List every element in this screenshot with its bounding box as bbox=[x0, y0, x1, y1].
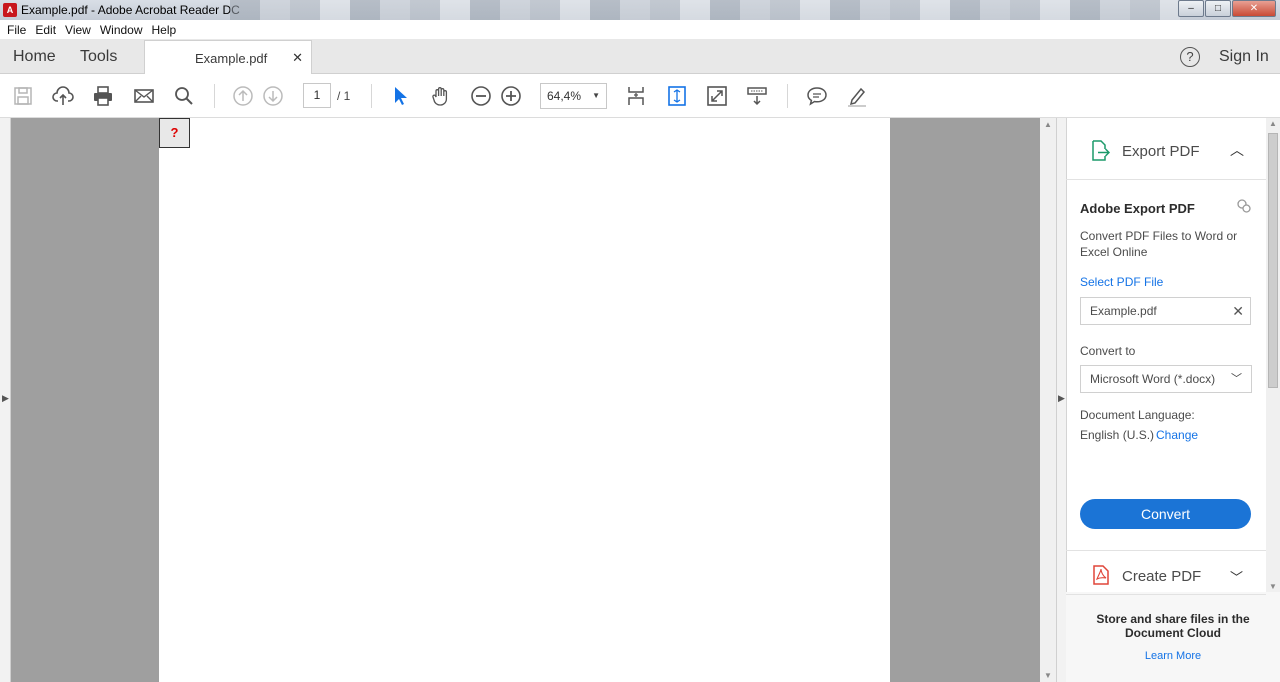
select-pdf-file-link[interactable]: Select PDF File bbox=[1080, 275, 1163, 289]
export-pdf-title: Export PDF bbox=[1122, 143, 1200, 160]
close-window-button[interactable]: ✕ bbox=[1232, 0, 1276, 17]
convert-button[interactable]: Convert bbox=[1080, 499, 1251, 529]
clear-file-icon[interactable]: ✕ bbox=[1232, 298, 1244, 324]
menu-file[interactable]: File bbox=[7, 23, 26, 37]
menu-window[interactable]: Window bbox=[100, 23, 143, 37]
scrollbar-thumb[interactable] bbox=[1268, 133, 1278, 388]
fit-page-icon[interactable] bbox=[666, 85, 688, 107]
chevron-down-icon: ﹀ bbox=[1231, 373, 1242, 385]
next-page-icon[interactable] bbox=[262, 85, 284, 107]
toolbar-divider bbox=[214, 84, 215, 108]
change-language-link[interactable]: Change bbox=[1156, 428, 1198, 442]
export-pdf-header[interactable]: Export PDF ︿ bbox=[1066, 118, 1266, 180]
document-language-label: Document Language: bbox=[1080, 408, 1195, 422]
expand-left-panel-icon[interactable]: ▶ bbox=[2, 393, 9, 404]
page-number-input[interactable]: 1 bbox=[303, 83, 331, 108]
page-display-icon[interactable] bbox=[625, 85, 647, 107]
collapse-right-pane-icon[interactable]: ▶ bbox=[1058, 393, 1065, 404]
help-icon[interactable]: ? bbox=[1180, 47, 1200, 67]
create-pdf-icon bbox=[1093, 565, 1109, 585]
left-panel-toggle[interactable]: ▶ bbox=[0, 118, 11, 682]
document-cloud-text: Store and share files in the Document Cl… bbox=[1096, 612, 1250, 640]
adobe-export-pdf-title: Adobe Export PDF bbox=[1080, 201, 1195, 216]
select-pointer-icon[interactable] bbox=[390, 85, 412, 107]
maximize-button[interactable]: □ bbox=[1205, 0, 1231, 17]
create-pdf-title: Create PDF bbox=[1122, 568, 1202, 585]
close-tab-icon[interactable]: ✕ bbox=[292, 50, 303, 66]
page-total: / 1 bbox=[337, 89, 351, 103]
minimize-button[interactable]: – bbox=[1178, 0, 1204, 17]
chevron-down-icon: ▼ bbox=[592, 91, 600, 100]
document-tab-label: Example.pdf bbox=[195, 51, 268, 66]
toolbar-divider bbox=[371, 84, 372, 108]
search-icon[interactable] bbox=[173, 85, 195, 107]
create-pdf-header[interactable]: Create PDF ﹀ bbox=[1066, 550, 1266, 595]
toolbar-divider bbox=[787, 84, 788, 108]
export-pdf-icon bbox=[1092, 140, 1110, 161]
pdf-page[interactable] bbox=[159, 118, 890, 682]
sign-in-button[interactable]: Sign In bbox=[1219, 48, 1269, 66]
menu-edit[interactable]: Edit bbox=[35, 23, 56, 37]
chevron-down-icon[interactable]: ﹀ bbox=[1230, 567, 1243, 586]
scroll-down-icon[interactable]: ▼ bbox=[1044, 671, 1052, 680]
email-icon[interactable] bbox=[133, 85, 155, 107]
home-tab[interactable]: Home bbox=[13, 48, 56, 66]
full-screen-icon[interactable] bbox=[706, 85, 728, 107]
menu-bar: File Edit View Window Help bbox=[0, 20, 1280, 39]
export-description: Convert PDF Files to Word or Excel Onlin… bbox=[1080, 229, 1238, 259]
scroll-down-icon[interactable]: ▼ bbox=[1269, 582, 1277, 591]
comment-icon[interactable] bbox=[806, 85, 828, 107]
right-pane-scrollbar[interactable]: ▲ ▼ bbox=[1266, 118, 1280, 592]
selected-file-name: Example.pdf bbox=[1090, 304, 1157, 318]
chevron-up-icon[interactable]: ︿ bbox=[1230, 140, 1244, 160]
scroll-up-icon[interactable]: ▲ bbox=[1269, 119, 1277, 128]
zoom-in-icon[interactable] bbox=[500, 85, 522, 107]
selected-file-field[interactable]: Example.pdf ✕ bbox=[1080, 297, 1251, 325]
window-controls: – □ ✕ bbox=[1177, 0, 1276, 18]
document-language-value: English (U.S.) bbox=[1080, 428, 1155, 442]
print-icon[interactable] bbox=[92, 85, 114, 107]
document-tab[interactable]: Example.pdf ✕ bbox=[144, 40, 312, 75]
menu-help[interactable]: Help bbox=[152, 23, 177, 37]
convert-format-value: Microsoft Word (*.docx) bbox=[1090, 372, 1216, 386]
menu-view[interactable]: View bbox=[65, 23, 91, 37]
hand-tool-icon[interactable] bbox=[430, 85, 452, 107]
scroll-up-icon[interactable]: ▲ bbox=[1044, 120, 1052, 129]
convert-format-select[interactable]: Microsoft Word (*.docx) ﹀ bbox=[1080, 365, 1252, 393]
learn-more-link[interactable]: Learn More bbox=[1080, 650, 1266, 662]
acrobat-app-icon: A bbox=[3, 3, 17, 17]
upload-cloud-icon[interactable] bbox=[52, 85, 74, 107]
zoom-level-value: 64,4% bbox=[547, 89, 582, 103]
title-bar: A Example.pdf - Adobe Acrobat Reader DC … bbox=[0, 0, 1280, 20]
zoom-level-select[interactable]: 64,4% ▼ bbox=[540, 83, 607, 109]
highlight-pen-icon[interactable] bbox=[846, 85, 868, 107]
document-scrollbar[interactable]: ▲ ▼ bbox=[1040, 118, 1056, 682]
missing-image-placeholder: ? bbox=[159, 118, 190, 148]
toolbar: 1 / 1 64,4% ▼ bbox=[0, 74, 1280, 118]
read-mode-icon[interactable] bbox=[746, 85, 768, 107]
zoom-out-icon[interactable] bbox=[470, 85, 492, 107]
right-pane-toggle[interactable]: ▶ bbox=[1056, 118, 1066, 682]
save-icon[interactable] bbox=[12, 85, 34, 107]
previous-page-icon[interactable] bbox=[232, 85, 254, 107]
tab-bar: Home Tools Example.pdf ✕ ? Sign In bbox=[0, 39, 1280, 75]
settings-icon[interactable] bbox=[1236, 198, 1252, 214]
window-title: Example.pdf - Adobe Acrobat Reader DC bbox=[21, 3, 240, 17]
tools-tab[interactable]: Tools bbox=[80, 48, 117, 66]
convert-to-label: Convert to bbox=[1080, 344, 1136, 358]
title-bar-background bbox=[230, 0, 1180, 20]
